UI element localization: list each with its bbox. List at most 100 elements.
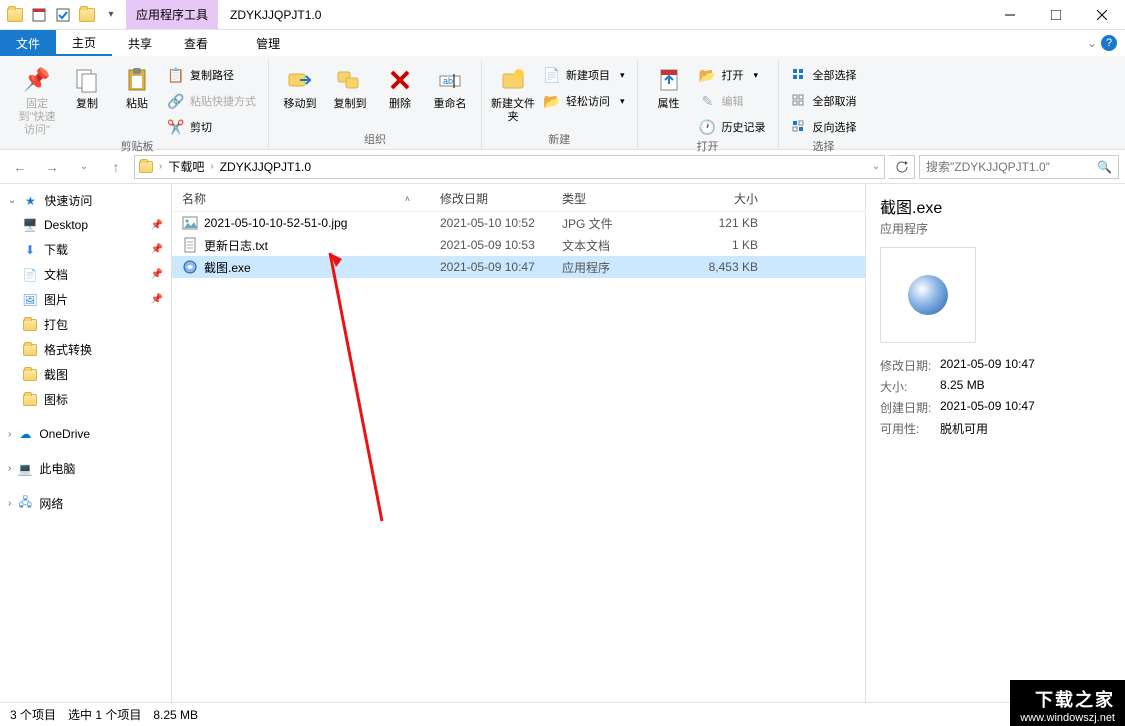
- qat-newfolder[interactable]: [76, 4, 98, 26]
- shortcut-icon: 🔗: [168, 93, 184, 109]
- tab-home[interactable]: 主页: [56, 30, 112, 56]
- network-icon: 🖧: [17, 496, 33, 512]
- rename-icon: ab: [434, 64, 466, 96]
- file-name: 截图.exe: [204, 259, 251, 276]
- file-row[interactable]: 截图.exe 2021-05-09 10:47应用程序8,453 KB: [172, 256, 865, 278]
- chevron-right-icon[interactable]: ›: [159, 161, 162, 172]
- qat-properties[interactable]: [28, 4, 50, 26]
- tab-manage[interactable]: 管理: [240, 30, 296, 56]
- window-maximize[interactable]: [1033, 0, 1079, 29]
- breadcrumb-seg-2[interactable]: ZDYKJJQPJT1.0: [220, 160, 311, 174]
- sidebar-item-desktop[interactable]: 🖥️Desktop📌: [0, 213, 171, 237]
- picture-icon: 🖼: [22, 292, 38, 308]
- copy-path-button[interactable]: 📋复制路径: [164, 64, 260, 86]
- column-header-size[interactable]: 大小: [682, 190, 774, 207]
- pin-icon: 📌: [151, 269, 163, 280]
- delete-button[interactable]: 删除: [377, 60, 423, 111]
- new-item-button[interactable]: 📄新建项目▾: [540, 64, 629, 86]
- folder-icon: [22, 392, 38, 408]
- nav-up[interactable]: ↑: [102, 153, 130, 181]
- tab-file[interactable]: 文件: [0, 30, 56, 56]
- search-input[interactable]: [926, 160, 1091, 174]
- sidebar-onedrive[interactable]: ›☁OneDrive: [0, 422, 171, 446]
- address-bar[interactable]: › 下载吧 › ZDYKJJQPJT1.0 ⌄: [134, 155, 885, 179]
- tab-share[interactable]: 共享: [112, 30, 168, 56]
- sidebar-item-tubiao[interactable]: 图标: [0, 387, 171, 412]
- rename-button[interactable]: ab重命名: [427, 60, 473, 111]
- sidebar-quick-access[interactable]: ⌄★快速访问: [0, 188, 171, 213]
- chevron-right-icon[interactable]: ›: [210, 161, 213, 172]
- pin-button[interactable]: 📌 固定到"快速访问": [14, 60, 60, 137]
- group-open-label: 打开: [646, 138, 770, 156]
- file-name: 更新日志.txt: [204, 237, 268, 254]
- qat-folder-icon: [4, 4, 26, 26]
- context-tab-app-tools[interactable]: 应用程序工具: [126, 0, 218, 29]
- file-date: 2021-05-10 10:52: [440, 216, 562, 230]
- open-button[interactable]: 📂打开▾: [696, 64, 770, 86]
- file-type: 文本文档: [562, 237, 682, 254]
- properties-button[interactable]: 属性: [646, 60, 692, 111]
- tab-view[interactable]: 查看: [168, 30, 224, 56]
- column-header-date[interactable]: 修改日期: [440, 190, 562, 207]
- search-icon[interactable]: 🔍: [1097, 160, 1112, 174]
- invert-selection-button[interactable]: 反向选择: [787, 116, 861, 138]
- sidebar-item-dabao[interactable]: 打包: [0, 312, 171, 337]
- address-dropdown-icon[interactable]: ⌄: [872, 161, 880, 172]
- status-item-count: 3 个项目: [10, 706, 56, 723]
- sidebar-item-pictures[interactable]: 🖼图片📌: [0, 287, 171, 312]
- file-row[interactable]: 2021-05-10-10-52-51-0.jpg2021-05-10 10:5…: [172, 212, 865, 234]
- help-icon[interactable]: ?: [1101, 35, 1117, 51]
- file-size: 1 KB: [682, 238, 774, 252]
- preview-created: 2021-05-09 10:47: [940, 399, 1111, 416]
- window-minimize[interactable]: [987, 0, 1033, 29]
- star-icon: ★: [22, 193, 38, 209]
- window-title: ZDYKJJQPJT1.0: [218, 0, 987, 29]
- qat-checkbox[interactable]: [52, 4, 74, 26]
- refresh-button[interactable]: [889, 155, 915, 179]
- sidebar-network[interactable]: ›🖧网络: [0, 491, 171, 516]
- file-size: 8,453 KB: [682, 260, 774, 274]
- select-none-button[interactable]: 全部取消: [787, 90, 861, 112]
- pin-icon: 📌: [151, 244, 163, 255]
- edit-button[interactable]: ✎编辑: [696, 90, 770, 112]
- paste-shortcut-button[interactable]: 🔗粘贴快捷方式: [164, 90, 260, 112]
- copy-button[interactable]: 复制: [64, 60, 110, 111]
- qat-overflow[interactable]: ▾: [100, 4, 122, 26]
- address-folder-icon: [139, 161, 153, 173]
- sidebar-item-downloads[interactable]: ⬇下载📌: [0, 237, 171, 262]
- window-close[interactable]: [1079, 0, 1125, 29]
- sidebar-item-documents[interactable]: 📄文档📌: [0, 262, 171, 287]
- history-icon: 🕐: [700, 119, 716, 135]
- group-select-label: 选择: [787, 138, 861, 156]
- column-header-type[interactable]: 类型: [562, 190, 682, 207]
- new-folder-button[interactable]: 新建文件夹: [490, 60, 536, 124]
- nav-back[interactable]: ←: [6, 153, 34, 181]
- sidebar-item-jietu[interactable]: 截图: [0, 362, 171, 387]
- move-to-button[interactable]: 移动到: [277, 60, 323, 111]
- copy-to-button[interactable]: 复制到: [327, 60, 373, 111]
- select-all-icon: [791, 67, 807, 83]
- breadcrumb-seg-1[interactable]: 下载吧: [168, 158, 204, 175]
- select-all-button[interactable]: 全部选择: [787, 64, 861, 86]
- nav-forward[interactable]: →: [38, 153, 66, 181]
- folder-icon: [22, 317, 38, 333]
- paste-button[interactable]: 粘贴: [114, 60, 160, 111]
- search-box[interactable]: 🔍: [919, 155, 1119, 179]
- open-icon: 📂: [700, 67, 716, 83]
- file-type: 应用程序: [562, 259, 682, 276]
- file-row[interactable]: 更新日志.txt2021-05-09 10:53文本文档1 KB: [172, 234, 865, 256]
- file-date: 2021-05-09 10:47: [440, 260, 562, 274]
- preview-label-modified: 修改日期:: [880, 357, 940, 374]
- cut-button[interactable]: ✂️剪切: [164, 116, 260, 138]
- file-icon: [182, 259, 198, 275]
- easy-access-button[interactable]: 📂轻松访问▾: [540, 90, 629, 112]
- sidebar-item-geshi[interactable]: 格式转换: [0, 337, 171, 362]
- cloud-icon: ☁: [17, 426, 33, 442]
- sidebar-thispc[interactable]: ›💻此电脑: [0, 456, 171, 481]
- ribbon-collapse-icon[interactable]: ⌄: [1087, 36, 1097, 50]
- history-button[interactable]: 🕐历史记录: [696, 116, 770, 138]
- nav-recent-dropdown[interactable]: ⌄: [70, 153, 98, 181]
- desktop-icon: 🖥️: [22, 217, 38, 233]
- select-none-icon: [791, 93, 807, 109]
- column-header-name[interactable]: 名称˄: [182, 190, 440, 207]
